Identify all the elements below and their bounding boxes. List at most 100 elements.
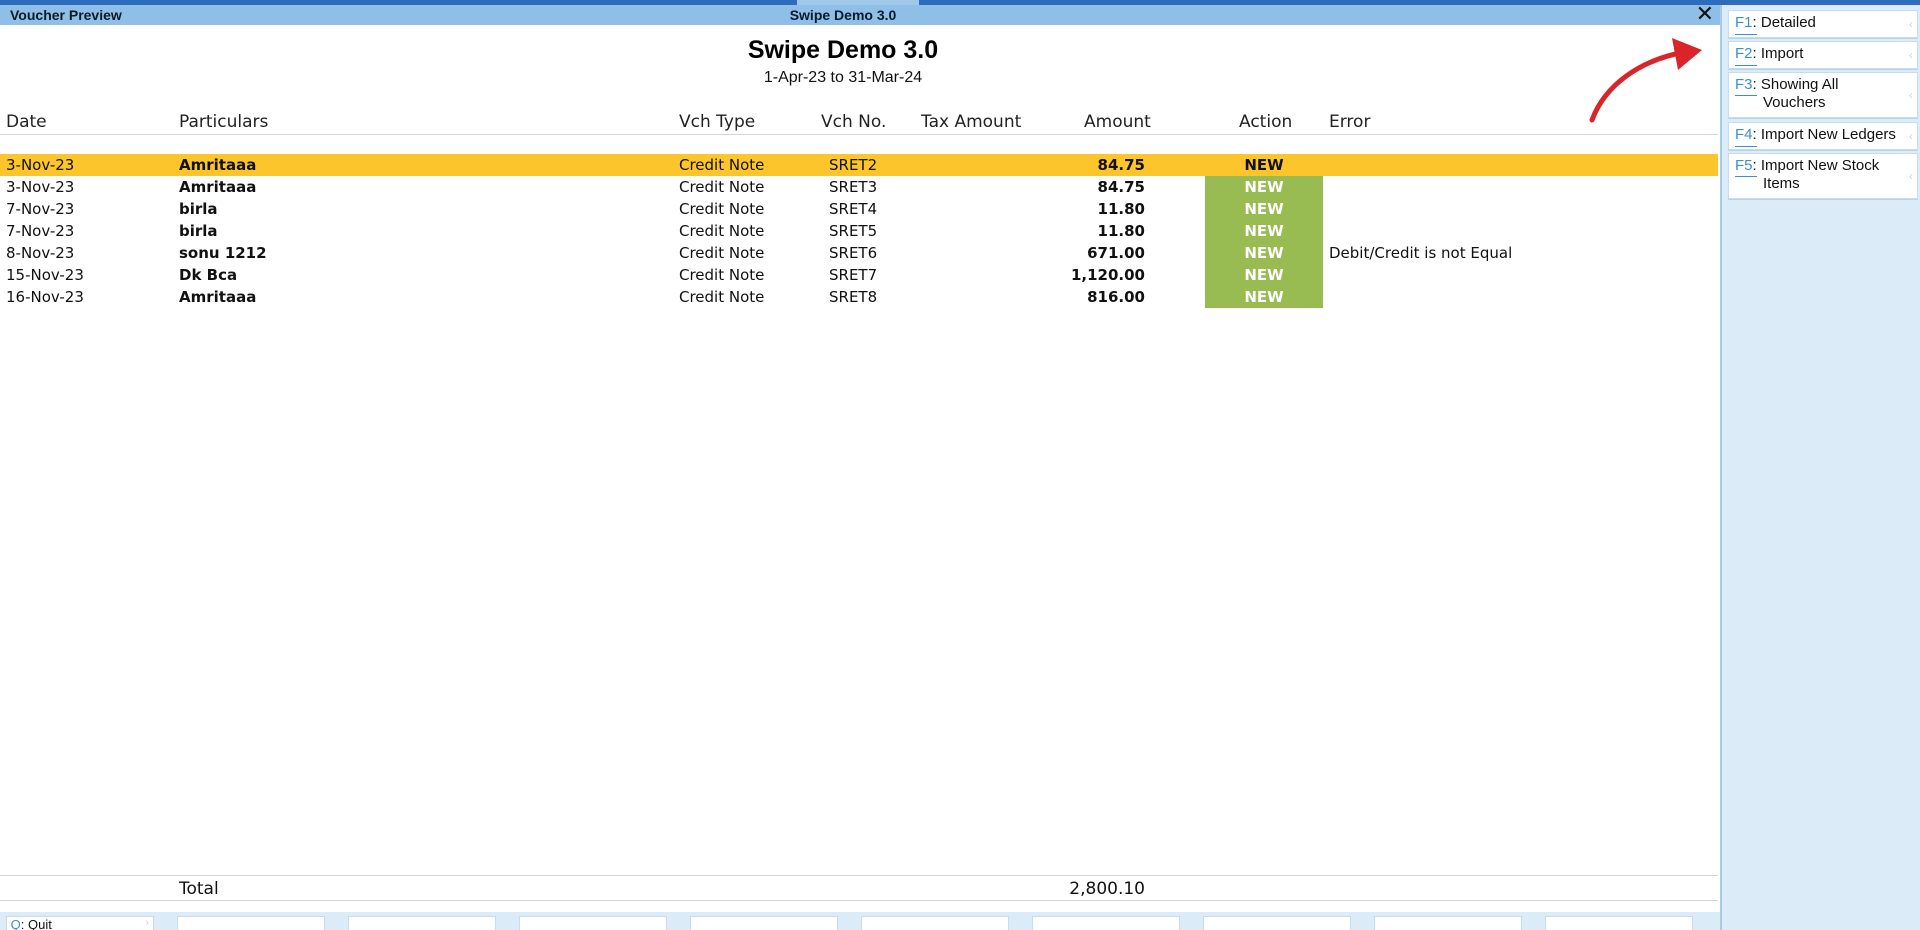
key-underline	[1735, 65, 1757, 66]
row-action-badge[interactable]: NEW	[1205, 198, 1323, 220]
row-particulars: Amritaaa	[179, 288, 257, 306]
row-vch-type: Credit Note	[679, 244, 765, 262]
row-date: 7-Nov-23	[6, 200, 75, 218]
col-vch-no[interactable]: Vch No.	[821, 112, 886, 132]
bottom-button-empty[interactable]	[177, 916, 325, 930]
chevron-left-icon: ‹	[1909, 48, 1913, 62]
col-date[interactable]: Date	[6, 112, 47, 132]
row-action-badge[interactable]: NEW	[1205, 286, 1323, 308]
f2-import-button[interactable]: F2: Import ‹	[1728, 41, 1918, 69]
bottom-button-empty[interactable]	[1374, 916, 1522, 930]
table-row[interactable]: 3-Nov-23 Amritaaa Credit Note SRET3 84.7…	[0, 176, 1718, 198]
key-underline	[1735, 95, 1757, 96]
f4-key: F4	[1735, 126, 1753, 143]
table-row[interactable]: 8-Nov-23 sonu 1212 Credit Note SRET6 671…	[0, 242, 1718, 264]
bottom-button-empty[interactable]	[690, 916, 838, 930]
report-company: Swipe Demo 3.0	[747, 36, 939, 64]
col-particulars[interactable]: Particulars	[179, 112, 268, 132]
company-title: Swipe Demo 3.0	[789, 7, 897, 23]
col-action[interactable]: Action	[1239, 112, 1292, 132]
row-amount: 671.00	[1087, 244, 1145, 262]
bottom-button-empty[interactable]	[1203, 916, 1351, 930]
row-date: 7-Nov-23	[6, 222, 75, 240]
row-vch-no: SRET7	[829, 266, 878, 284]
f5-key: F5	[1735, 157, 1753, 174]
report-period: 1-Apr-23 to 31-Mar-24	[763, 69, 923, 86]
close-icon[interactable]: ✕	[1696, 3, 1714, 27]
chevron-right-icon: ›	[145, 917, 149, 929]
col-amount[interactable]: Amount	[1084, 112, 1151, 132]
row-particulars: Dk Bca	[179, 266, 238, 284]
title-bar: Voucher Preview Swipe Demo 3.0 ✕	[0, 3, 1720, 27]
row-amount: 84.75	[1097, 156, 1145, 174]
row-amount: 11.80	[1097, 200, 1145, 218]
f3-showing-all-vouchers-button[interactable]: F3: Showing All Vouchers ‹	[1728, 72, 1918, 118]
row-vch-type: Credit Note	[679, 222, 765, 240]
quit-label: Quit	[27, 917, 52, 930]
bottom-button-empty[interactable]	[348, 916, 496, 930]
row-action-badge[interactable]: NEW	[1205, 154, 1323, 176]
f5-import-new-stock-items-button[interactable]: F5: Import New Stock Items ‹	[1728, 153, 1918, 199]
row-date: 8-Nov-23	[6, 244, 75, 262]
row-vch-type: Credit Note	[679, 266, 765, 284]
bottom-button-bar: Q: Quit ›	[0, 912, 1720, 930]
total-row: Total 2,800.10	[0, 875, 1718, 901]
red-arrow-annotation	[1589, 38, 1702, 123]
table-row[interactable]: 16-Nov-23 Amritaaa Credit Note SRET8 816…	[0, 286, 1718, 308]
f4-import-new-ledgers-button[interactable]: F4: Import New Ledgers ‹	[1728, 122, 1918, 150]
row-action-badge[interactable]: NEW	[1205, 220, 1323, 242]
table-row[interactable]: 7-Nov-23 birla Credit Note SRET5 11.80 N…	[0, 220, 1718, 242]
row-date: 16-Nov-23	[6, 288, 84, 306]
row-vch-type: Credit Note	[679, 156, 765, 174]
col-vch-type[interactable]: Vch Type	[679, 112, 755, 132]
row-amount: 816.00	[1087, 288, 1145, 306]
row-vch-type: Credit Note	[679, 288, 765, 306]
bottom-button-empty[interactable]	[519, 916, 667, 930]
quit-button[interactable]: Q: Quit ›	[6, 916, 154, 930]
column-headers: Date Particulars Vch Type Vch No. Tax Am…	[0, 111, 1718, 135]
row-error: Debit/Credit is not Equal	[1329, 244, 1513, 262]
table-row[interactable]: 3-Nov-23 Amritaaa Credit Note SRET2 84.7…	[0, 154, 1718, 176]
col-tax-amount[interactable]: Tax Amount	[921, 112, 1021, 132]
voucher-list: 3-Nov-23 Amritaaa Credit Note SRET2 84.7…	[0, 154, 1718, 308]
row-date: 15-Nov-23	[6, 266, 84, 284]
bottom-button-empty[interactable]	[1545, 916, 1693, 930]
arrow-head	[1672, 38, 1702, 70]
f3-label: Showing All	[1760, 76, 1839, 93]
total-label: Total	[179, 879, 219, 899]
table-row[interactable]: 15-Nov-23 Dk Bca Credit Note SRET7 1,120…	[0, 264, 1718, 286]
row-action-badge[interactable]: NEW	[1205, 176, 1323, 198]
row-amount: 11.80	[1097, 222, 1145, 240]
report-header: Swipe Demo 3.0 1-Apr-23 to 31-Mar-24	[0, 36, 1686, 87]
total-amount: 2,800.10	[1069, 879, 1145, 899]
row-vch-type: Credit Note	[679, 200, 765, 218]
row-action-badge[interactable]: NEW	[1205, 264, 1323, 286]
row-particulars: sonu 1212	[179, 244, 267, 262]
row-particulars: birla	[179, 200, 218, 218]
key-underline	[1735, 34, 1757, 35]
chevron-left-icon: ‹	[1909, 17, 1913, 31]
f4-label: Import New Ledgers	[1760, 126, 1896, 143]
row-date: 3-Nov-23	[6, 178, 75, 196]
row-particulars: birla	[179, 222, 218, 240]
f1-key: F1	[1735, 14, 1753, 31]
table-row[interactable]: 7-Nov-23 birla Credit Note SRET4 11.80 N…	[0, 198, 1718, 220]
f5-label: Import New Stock	[1760, 157, 1880, 174]
bottom-button-empty[interactable]	[1032, 916, 1180, 930]
row-vch-no: SRET5	[829, 222, 878, 240]
f1-detailed-button[interactable]: F1: Detailed ‹	[1728, 10, 1918, 38]
f5-label-line2: Items	[1763, 175, 1800, 192]
button-panel: F1: Detailed ‹ F2: Import ‹ F3: Showing …	[1720, 5, 1920, 930]
row-vch-no: SRET8	[829, 288, 878, 306]
chevron-left-icon: ‹	[1909, 88, 1913, 102]
chevron-left-icon: ‹	[1909, 129, 1913, 143]
f1-label: Detailed	[1760, 14, 1816, 31]
row-action-badge[interactable]: NEW	[1205, 242, 1323, 264]
f2-label: Import	[1760, 45, 1804, 62]
key-underline	[1735, 146, 1757, 147]
row-amount: 1,120.00	[1070, 266, 1145, 284]
quit-key: Q	[10, 917, 21, 930]
row-date: 3-Nov-23	[6, 156, 75, 174]
col-error[interactable]: Error	[1329, 112, 1370, 132]
bottom-button-empty[interactable]	[861, 916, 1009, 930]
